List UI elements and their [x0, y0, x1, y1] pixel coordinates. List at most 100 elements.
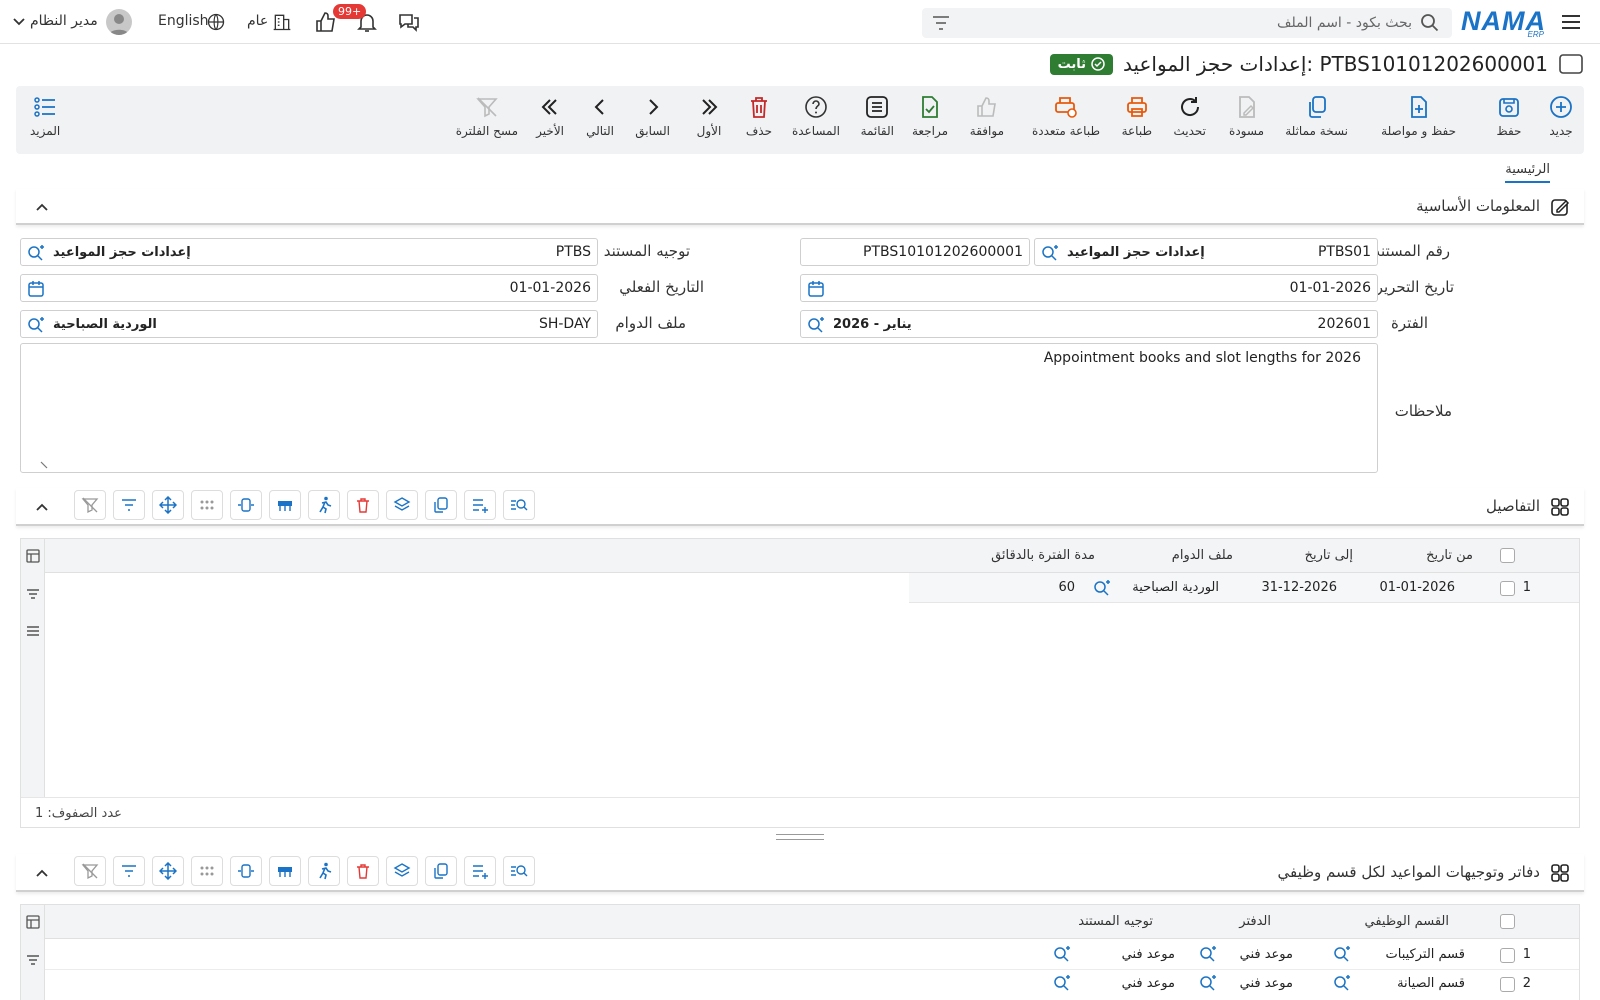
lookup-icon[interactable]: [1199, 974, 1217, 992]
column-from-date[interactable]: من تاريخ: [1426, 548, 1473, 563]
cell-shift[interactable]: الوردية الصباحية: [1132, 580, 1219, 595]
save-continue-button[interactable]: حفظ و مواصلة: [1381, 94, 1456, 138]
clear-filter-button[interactable]: [74, 490, 106, 520]
company-selector[interactable]: عام: [247, 13, 268, 29]
filter-icon[interactable]: [26, 953, 40, 967]
logo[interactable]: NAMA ERP: [1461, 6, 1546, 40]
language-selector[interactable]: English: [158, 13, 209, 29]
run-button[interactable]: [308, 490, 340, 520]
table-row[interactable]: [909, 573, 1579, 603]
delete-row-button[interactable]: [347, 490, 379, 520]
user-menu[interactable]: مدير النظام: [30, 13, 98, 29]
menu-icon[interactable]: [26, 624, 40, 638]
copy-row-button[interactable]: [425, 856, 457, 886]
table-layout-button[interactable]: [269, 856, 301, 886]
row-checkbox[interactable]: [1500, 948, 1515, 963]
lookup-icon[interactable]: [27, 316, 45, 334]
column-book[interactable]: الدفتر: [1239, 914, 1271, 929]
lookup-icon[interactable]: [1053, 945, 1071, 963]
lookup-icon[interactable]: [1093, 579, 1111, 597]
lookup-icon[interactable]: [1053, 974, 1071, 992]
cell-book[interactable]: موعد فني: [1240, 947, 1293, 962]
clear-filter-button[interactable]: مسح الفلترة: [456, 94, 518, 138]
row-checkbox[interactable]: [1500, 581, 1515, 596]
clear-filter-button[interactable]: [74, 856, 106, 886]
run-button[interactable]: [308, 856, 340, 886]
filter-button[interactable]: [113, 490, 145, 520]
calendar-icon[interactable]: [27, 280, 45, 298]
delete-button[interactable]: حذف: [746, 94, 772, 138]
duplicate-button[interactable]: نسخة مماثلة: [1285, 94, 1348, 138]
search-rows-button[interactable]: [503, 490, 535, 520]
draft-button[interactable]: مسودة: [1229, 94, 1264, 138]
lookup-icon[interactable]: [1041, 244, 1059, 262]
search-rows-button[interactable]: [503, 856, 535, 886]
layers-button[interactable]: [386, 856, 418, 886]
cell-to-date[interactable]: 31-12-2026: [1261, 580, 1337, 595]
select-all-checkbox[interactable]: [1500, 914, 1515, 929]
first-button[interactable]: الأول: [696, 94, 722, 138]
table-layout-button[interactable]: [269, 490, 301, 520]
column-department[interactable]: القسم الوظيفي: [1365, 914, 1450, 929]
cell-department[interactable]: قسم التركيبات: [1386, 947, 1466, 962]
tab-main[interactable]: الرئيسية: [1505, 162, 1550, 183]
cell-direction[interactable]: موعد فني: [1122, 976, 1175, 991]
shift-field[interactable]: SH-DAY الوردية الصباحية: [20, 310, 598, 338]
copy-row-button[interactable]: [425, 490, 457, 520]
notes-textarea[interactable]: Appointment books and slot lengths for 2…: [20, 343, 1378, 473]
column-to-date[interactable]: إلى تاريخ: [1305, 548, 1353, 563]
resize-handle-icon[interactable]: [39, 460, 49, 470]
delete-row-button[interactable]: [347, 856, 379, 886]
chevron-down-icon[interactable]: [12, 16, 26, 28]
add-row-button[interactable]: [464, 856, 496, 886]
grid-dots-button[interactable]: [191, 490, 223, 520]
edit-date-field[interactable]: 01-01-2026: [800, 274, 1378, 302]
thumbs-up-icon[interactable]: [314, 10, 338, 34]
layers-button[interactable]: [386, 490, 418, 520]
lookup-icon[interactable]: [1199, 945, 1217, 963]
chat-icon[interactable]: [397, 10, 421, 34]
next-button[interactable]: التالي: [586, 94, 614, 138]
filter-button[interactable]: [113, 856, 145, 886]
column-slot-minutes[interactable]: مدة الفترة بالدقائق: [991, 548, 1095, 563]
approve-button[interactable]: موافقة: [970, 94, 1004, 138]
refresh-button[interactable]: تحديث: [1173, 94, 1206, 138]
column-shift[interactable]: ملف الدوام: [1172, 548, 1233, 563]
chevron-up-icon[interactable]: [34, 499, 50, 515]
help-button[interactable]: المساعدة: [792, 94, 840, 138]
grid-dots-button[interactable]: [191, 856, 223, 886]
review-button[interactable]: مراجعة: [912, 94, 948, 138]
lookup-icon[interactable]: [1333, 945, 1351, 963]
cell-slot-minutes[interactable]: 60: [1058, 580, 1075, 595]
list-button[interactable]: القائمة: [861, 94, 894, 138]
select-all-checkbox[interactable]: [1500, 548, 1515, 563]
menu-icon[interactable]: [1560, 11, 1582, 33]
last-button[interactable]: الأخير: [536, 94, 564, 138]
direction-field[interactable]: PTBS إعدادات حجز المواعيد: [20, 238, 598, 266]
lookup-icon[interactable]: [1333, 974, 1351, 992]
fit-columns-button[interactable]: [230, 490, 262, 520]
more-button[interactable]: المزيد: [30, 94, 60, 138]
move-button[interactable]: [152, 490, 184, 520]
basic-info-header[interactable]: المعلومات الأساسية: [16, 189, 1584, 225]
multi-print-button[interactable]: طباعة متعددة: [1032, 94, 1100, 138]
actual-date-field[interactable]: 01-01-2026: [20, 274, 598, 302]
doc-number-field[interactable]: PTBS01 إعدادات حجز المواعيد: [1034, 238, 1378, 266]
chevron-up-icon[interactable]: [34, 865, 50, 881]
columns-icon[interactable]: [26, 915, 40, 929]
lookup-icon[interactable]: [807, 316, 825, 334]
columns-icon[interactable]: [26, 549, 40, 563]
row-checkbox[interactable]: [1500, 977, 1515, 992]
cell-book[interactable]: موعد فني: [1240, 976, 1293, 991]
window-icon[interactable]: [1558, 52, 1584, 76]
filter-icon[interactable]: [26, 587, 40, 601]
save-button[interactable]: حفظ: [1496, 94, 1522, 138]
new-button[interactable]: جديد: [1548, 94, 1574, 138]
cell-department[interactable]: قسم الصيانة: [1397, 976, 1465, 991]
filter-icon[interactable]: [932, 15, 950, 31]
print-button[interactable]: طباعة: [1122, 94, 1152, 138]
column-direction[interactable]: توجيه المستند: [1078, 914, 1153, 929]
previous-button[interactable]: السابق: [635, 94, 670, 138]
chevron-up-icon[interactable]: [34, 199, 50, 215]
search-input[interactable]: بحث بكود - اسم الملف: [922, 8, 1452, 38]
